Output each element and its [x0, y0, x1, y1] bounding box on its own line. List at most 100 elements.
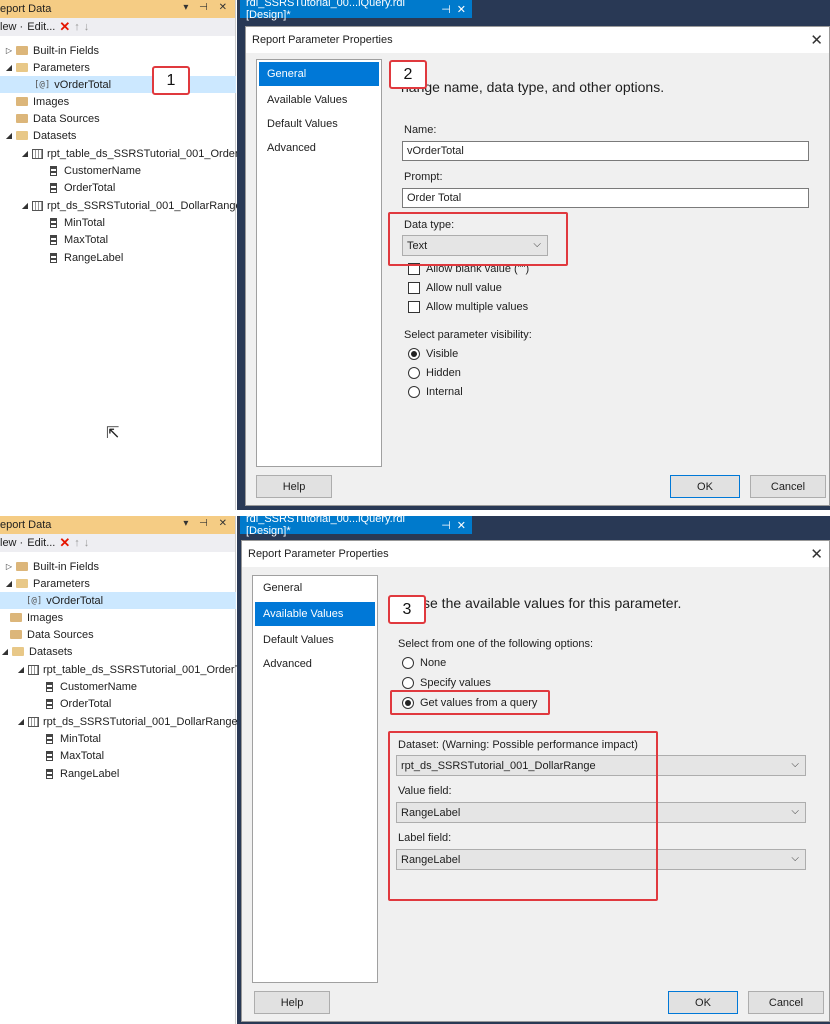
tree-item-datasources[interactable]: Data Sources: [16, 110, 100, 127]
datatype-select[interactable]: Text ⌵: [402, 235, 548, 256]
dataset-select[interactable]: rpt_ds_SSRSTutorial_001_DollarRange ⌵: [396, 755, 806, 776]
allow-multiple-checkbox[interactable]: Allow multiple values: [408, 301, 528, 313]
document-tab[interactable]: rdl_SSRSTutorial_00...lQuery.rdl [Design…: [240, 516, 472, 537]
tree-item-field[interactable]: CustomerName: [46, 678, 137, 695]
cancel-button[interactable]: Cancel: [748, 991, 824, 1014]
tree-item-parameters[interactable]: ◢ Parameters: [4, 575, 90, 592]
nav-advanced[interactable]: Advanced: [253, 652, 377, 676]
tree-item-datasets[interactable]: ◢ Datasets: [0, 643, 73, 660]
tree-item-field[interactable]: OrderTotal: [50, 179, 115, 196]
tree-item-datasets[interactable]: ◢ Datasets: [4, 127, 77, 144]
tree-item-datasources[interactable]: Data Sources: [10, 626, 94, 643]
field-icon: [46, 750, 53, 761]
new-button[interactable]: lew ·: [0, 21, 23, 33]
dataset-icon: [28, 716, 39, 727]
tree-item-field[interactable]: RangeLabel: [46, 765, 119, 782]
callout-3: 3: [388, 595, 426, 624]
tree-item-field[interactable]: MaxTotal: [50, 231, 108, 248]
expand-icon[interactable]: ▷: [4, 562, 14, 571]
nav-general[interactable]: General: [259, 62, 379, 86]
close-tab-icon[interactable]: ✕: [457, 519, 466, 532]
collapse-icon[interactable]: ◢: [20, 149, 30, 158]
tree-item-param-vordertotal[interactable]: [@] vOrderTotal: [0, 76, 236, 93]
ok-button[interactable]: OK: [670, 475, 740, 498]
page-heading: se the available values for this paramet…: [423, 595, 682, 611]
radio-visible[interactable]: Visible: [408, 348, 458, 360]
collapse-icon[interactable]: ◢: [4, 131, 14, 140]
value-field-select[interactable]: RangeLabel ⌵: [396, 802, 806, 823]
tree-item-parameters[interactable]: ◢ Parameters: [4, 59, 90, 76]
tree-item-field[interactable]: OrderTotal: [46, 695, 111, 712]
tree-item-field[interactable]: CustomerName: [50, 162, 141, 179]
nav-general[interactable]: General: [253, 576, 377, 600]
close-icon[interactable]: ✕: [810, 31, 823, 49]
tree-item-builtin[interactable]: ▷ Built-in Fields: [4, 558, 99, 575]
allow-blank-checkbox[interactable]: Allow blank value (""): [408, 263, 529, 275]
radio-internal[interactable]: Internal: [408, 386, 463, 398]
new-button[interactable]: lew ·: [0, 537, 23, 549]
help-button[interactable]: Help: [256, 475, 332, 498]
collapse-icon[interactable]: ◢: [16, 665, 26, 674]
collapse-icon[interactable]: ◢: [4, 579, 14, 588]
tree-item-dataset-ordertotal[interactable]: ◢ rpt_table_ds_SSRSTutorial_001_OrderTota…: [20, 145, 262, 162]
tree-item-field[interactable]: MinTotal: [46, 730, 101, 747]
panel-controls[interactable]: ▾ ⊣ ✕: [183, 2, 231, 13]
tree-item-field[interactable]: MinTotal: [50, 214, 105, 231]
radio-none[interactable]: None: [402, 657, 446, 669]
name-input[interactable]: vOrderTotal: [402, 141, 809, 161]
tree-item-field[interactable]: RangeLabel: [50, 249, 123, 266]
pin-icon[interactable]: ⊣: [441, 3, 451, 16]
move-down-icon[interactable]: ↓: [84, 537, 90, 549]
nav-advanced[interactable]: Advanced: [257, 136, 381, 160]
tree-item-dataset-dollarrange[interactable]: ◢ rpt_ds_SSRSTutorial_001_DollarRange: [16, 713, 238, 730]
collapse-icon[interactable]: ◢: [0, 647, 10, 656]
collapse-icon[interactable]: ◢: [16, 717, 26, 726]
delete-icon[interactable]: ✕: [59, 19, 70, 35]
delete-icon[interactable]: ✕: [59, 535, 70, 551]
move-down-icon[interactable]: ↓: [84, 21, 90, 33]
prompt-input[interactable]: Order Total: [402, 188, 809, 208]
field-icon: [50, 234, 57, 245]
dialog-nav: General Available Values Default Values …: [252, 575, 378, 983]
dialog-title: Report Parameter Properties: [248, 548, 389, 560]
ok-button[interactable]: OK: [668, 991, 738, 1014]
field-icon: [46, 681, 53, 692]
designer-area: rdl_SSRSTutorial_00...lQuery.rdl [Design…: [237, 516, 830, 1024]
pin-icon[interactable]: ⊣: [441, 519, 451, 532]
help-button[interactable]: Help: [254, 991, 330, 1014]
radio-specify-values[interactable]: Specify values: [402, 677, 491, 689]
document-tab[interactable]: rdl_SSRSTutorial_00...lQuery.rdl [Design…: [240, 0, 472, 21]
expand-icon[interactable]: ▷: [4, 46, 14, 55]
close-tab-icon[interactable]: ✕: [457, 3, 466, 16]
label-field-select[interactable]: RangeLabel ⌵: [396, 849, 806, 870]
dataset-icon: [32, 200, 43, 211]
collapse-icon[interactable]: ◢: [20, 201, 30, 210]
radio-hidden[interactable]: Hidden: [408, 367, 461, 379]
move-up-icon[interactable]: ↑: [74, 21, 80, 33]
value-field-label: Value field:: [398, 785, 452, 797]
tree-item-param-vordertotal[interactable]: [@] vOrderTotal: [0, 592, 236, 609]
panel-title-bar: eport Data ▾ ⊣ ✕: [0, 516, 235, 534]
tree-item-images[interactable]: Images: [16, 93, 69, 110]
move-up-icon[interactable]: ↑: [74, 537, 80, 549]
tree-item-dataset-ordertotal[interactable]: ◢ rpt_table_ds_SSRSTutorial_001_OrderTota…: [16, 661, 258, 678]
collapse-icon[interactable]: ◢: [4, 63, 14, 72]
folder-icon: [16, 97, 28, 106]
tree-item-images[interactable]: Images: [10, 609, 63, 626]
nav-available-values[interactable]: Available Values: [257, 88, 381, 112]
tree-item-field[interactable]: MaxTotal: [46, 747, 104, 764]
chevron-down-icon: ⌵: [791, 759, 799, 770]
tree-item-builtin[interactable]: ▷ Built-in Fields: [4, 42, 99, 59]
edit-button[interactable]: Edit...: [27, 21, 55, 33]
panel-controls[interactable]: ▾ ⊣ ✕: [183, 518, 231, 529]
nav-default-values[interactable]: Default Values: [253, 628, 377, 652]
nav-available-values[interactable]: Available Values: [255, 602, 375, 626]
close-icon[interactable]: ✕: [810, 545, 823, 563]
radio-get-from-query[interactable]: Get values from a query: [402, 697, 537, 709]
allow-null-checkbox[interactable]: Allow null value: [408, 282, 502, 294]
cancel-button[interactable]: Cancel: [750, 475, 826, 498]
edit-button[interactable]: Edit...: [27, 537, 55, 549]
tree-item-dataset-dollarrange[interactable]: ◢ rpt_ds_SSRSTutorial_001_DollarRange: [20, 197, 242, 214]
nav-default-values[interactable]: Default Values: [257, 112, 381, 136]
parameter-icon: [@]: [26, 595, 43, 606]
